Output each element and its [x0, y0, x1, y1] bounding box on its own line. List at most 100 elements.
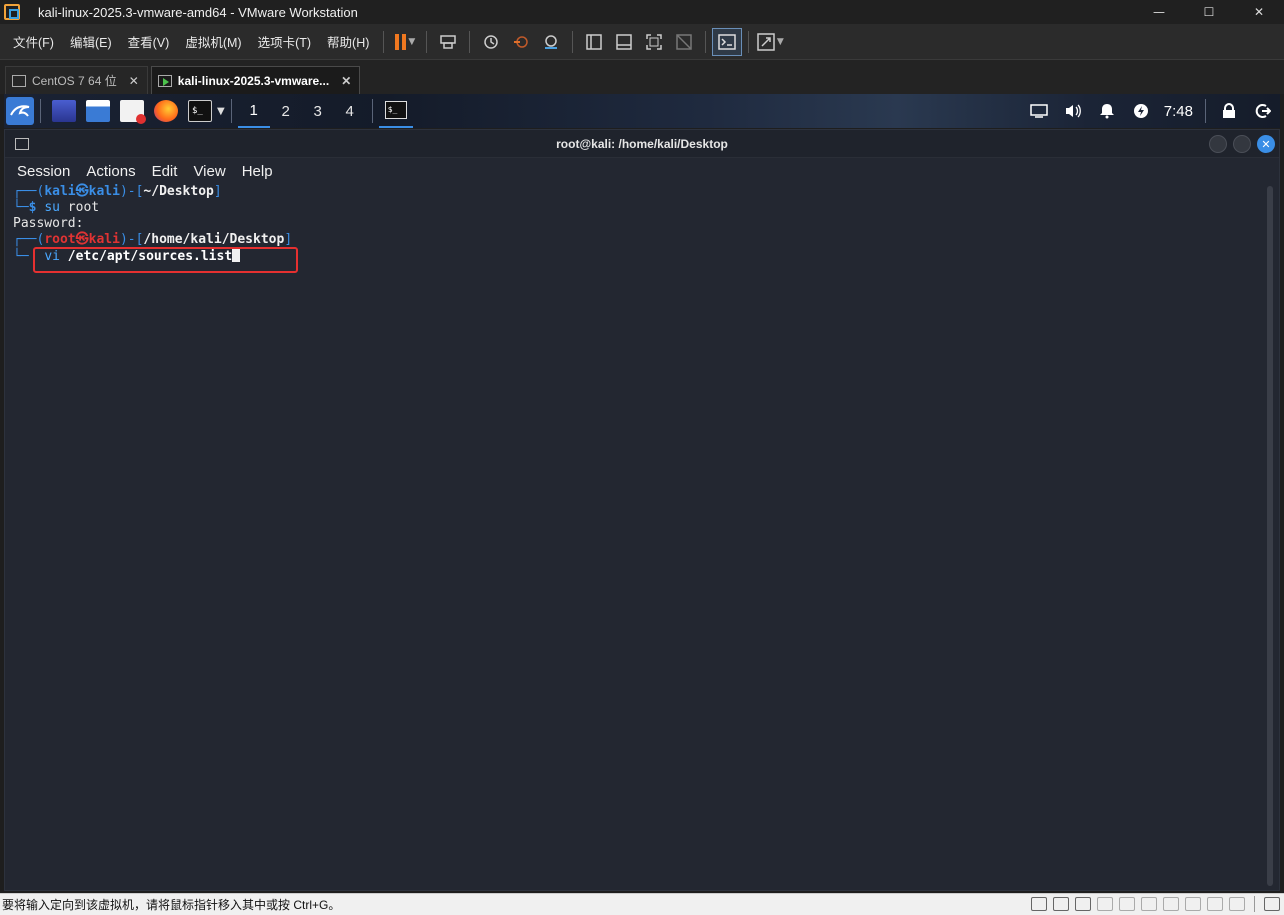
thumbnail-button[interactable]	[609, 28, 639, 56]
terminal-maximize-button[interactable]	[1233, 135, 1251, 153]
clock[interactable]: 7:48	[1164, 103, 1193, 120]
password-prompt: Password:	[13, 216, 84, 231]
menu-session[interactable]: Session	[9, 163, 78, 180]
menu-edit[interactable]: 编辑(E)	[62, 32, 120, 51]
terminal-window-icon	[15, 138, 29, 150]
usb-device-2-icon[interactable]	[1185, 897, 1201, 911]
menu-actions[interactable]: Actions	[78, 163, 143, 180]
vmware-title-bar: kali-linux-2025.3-vmware-amd64 - VMware …	[0, 0, 1284, 24]
library-button[interactable]	[579, 28, 609, 56]
workspace-2[interactable]: 2	[270, 94, 302, 128]
menu-help[interactable]: 帮助(H)	[319, 32, 377, 51]
panel-separator	[230, 99, 232, 123]
menu-edit[interactable]: Edit	[144, 163, 186, 180]
chevron-down-icon: ▼	[776, 36, 784, 47]
lock-icon[interactable]	[1217, 101, 1241, 121]
kali-menu-icon[interactable]	[6, 97, 34, 125]
tab-centos[interactable]: CentOS 7 64 位 ✕	[5, 66, 148, 94]
vmware-logo-icon	[4, 4, 20, 20]
menu-help[interactable]: Help	[234, 163, 281, 180]
toolbar-separator	[572, 30, 574, 53]
usb-device-icon[interactable]	[1141, 897, 1157, 911]
system-tray: 7:48	[1022, 94, 1280, 128]
tab-label: CentOS 7 64 位	[32, 74, 117, 88]
terminal-title-bar[interactable]: root@kali: /home/kali/Desktop ✕	[5, 130, 1279, 158]
terminal-close-button[interactable]: ✕	[1257, 135, 1275, 153]
firefox-icon[interactable]	[154, 100, 178, 122]
chevron-down-icon: ▼	[408, 36, 416, 47]
power-manager-icon[interactable]	[1129, 101, 1153, 121]
network-adapter-icon[interactable]	[1053, 897, 1069, 911]
printer-icon[interactable]	[1163, 897, 1179, 911]
usb-icon[interactable]	[1097, 897, 1113, 911]
workspace-4[interactable]: 4	[334, 94, 366, 128]
fullscreen-button[interactable]	[639, 28, 669, 56]
pause-button[interactable]: ▼	[390, 28, 420, 56]
panel-separator	[1205, 99, 1206, 123]
toolbar-separator	[748, 30, 750, 53]
terminal-title: root@kali: /home/kali/Desktop	[556, 136, 728, 151]
vm-running-icon	[157, 74, 172, 87]
console-icon	[718, 33, 737, 50]
terminal-window: root@kali: /home/kali/Desktop ✕ Session …	[4, 129, 1280, 891]
menu-file[interactable]: 文件(F)	[5, 32, 62, 51]
status-message: 要将输入定向到该虚拟机，请将鼠标指针移入其中或按 Ctrl+G。	[2, 898, 341, 912]
terminal-launcher-icon[interactable]: $_	[188, 100, 212, 122]
send-keys-icon	[440, 34, 457, 49]
pause-icon	[395, 33, 407, 50]
menu-vm[interactable]: 虚拟机(M)	[177, 32, 249, 51]
taskbar-terminal-window[interactable]: $_	[378, 94, 413, 128]
network-icon[interactable]	[1027, 101, 1051, 121]
stretch-button[interactable]: ▼	[755, 28, 785, 56]
toolbar-separator	[383, 30, 385, 53]
minimize-button[interactable]: —	[1134, 0, 1184, 24]
vmware-statusbar: 要将输入定向到该虚拟机，请将鼠标指针移入其中或按 Ctrl+G。	[0, 893, 1284, 915]
tab-label: kali-linux-2025.3-vmware...	[177, 73, 330, 88]
toolbar-separator	[426, 30, 428, 53]
snapshot-icon	[484, 34, 499, 49]
cd-drive-icon[interactable]	[1119, 897, 1135, 911]
menu-view[interactable]: View	[185, 163, 233, 180]
toolbar-separator	[469, 30, 471, 53]
close-icon[interactable]: ✕	[129, 74, 139, 88]
terminal-minimize-button[interactable]	[1209, 135, 1227, 153]
message-log-icon[interactable]	[1264, 897, 1280, 911]
menu-view[interactable]: 查看(V)	[120, 32, 178, 51]
usb-device-3-icon[interactable]	[1207, 897, 1223, 911]
snapshot-manager-button[interactable]	[536, 28, 566, 56]
terminal-icon: $_	[384, 101, 407, 119]
volume-icon[interactable]	[1061, 101, 1085, 121]
usb-device-4-icon[interactable]	[1229, 897, 1245, 911]
toolbar-separator	[705, 30, 707, 53]
show-desktop-icon[interactable]	[52, 100, 76, 122]
revert-snapshot-icon	[514, 35, 529, 48]
unity-button[interactable]	[669, 28, 699, 56]
workspace-1[interactable]: 1	[237, 94, 270, 128]
snapshot-button[interactable]	[476, 28, 506, 56]
sound-card-icon[interactable]	[1075, 897, 1091, 911]
menu-tabs[interactable]: 选项卡(T)	[250, 32, 319, 51]
hard-disk-icon[interactable]	[1031, 897, 1047, 911]
maximize-button[interactable]: ☐	[1184, 0, 1234, 24]
notification-bell-icon[interactable]	[1095, 101, 1119, 121]
text-editor-icon[interactable]	[120, 100, 146, 124]
file-manager-icon[interactable]	[86, 100, 110, 122]
workspace-3[interactable]: 3	[302, 94, 334, 128]
send-keys-button[interactable]	[433, 28, 463, 56]
console-view-button[interactable]	[712, 27, 743, 56]
vm-icon	[12, 74, 26, 87]
tab-kali[interactable]: kali-linux-2025.3-vmware... ✕	[150, 66, 361, 94]
library-icon	[586, 33, 603, 50]
close-icon[interactable]: ✕	[341, 74, 351, 88]
panel-separator	[40, 99, 41, 123]
kali-top-panel: $_ ▼ 1 2 3 4 $_ 7:48	[4, 94, 1280, 128]
vm-tab-bar: CentOS 7 64 位 ✕ kali-linux-2025.3-vmware…	[0, 60, 1284, 94]
terminal-scrollbar[interactable]	[1267, 186, 1273, 886]
close-button[interactable]: ✕	[1234, 0, 1284, 24]
chevron-down-icon[interactable]: ▼	[217, 106, 225, 117]
window-title: kali-linux-2025.3-vmware-amd64 - VMware …	[38, 4, 358, 20]
prompt-line: ┌──(kali㉿kali)-[~/Desktop]	[13, 184, 222, 199]
revert-snapshot-button[interactable]	[506, 28, 536, 56]
terminal-output[interactable]: ┌──(kali㉿kali)-[~/Desktop] └─$ su root P…	[5, 184, 1263, 890]
logout-icon[interactable]	[1251, 101, 1275, 121]
